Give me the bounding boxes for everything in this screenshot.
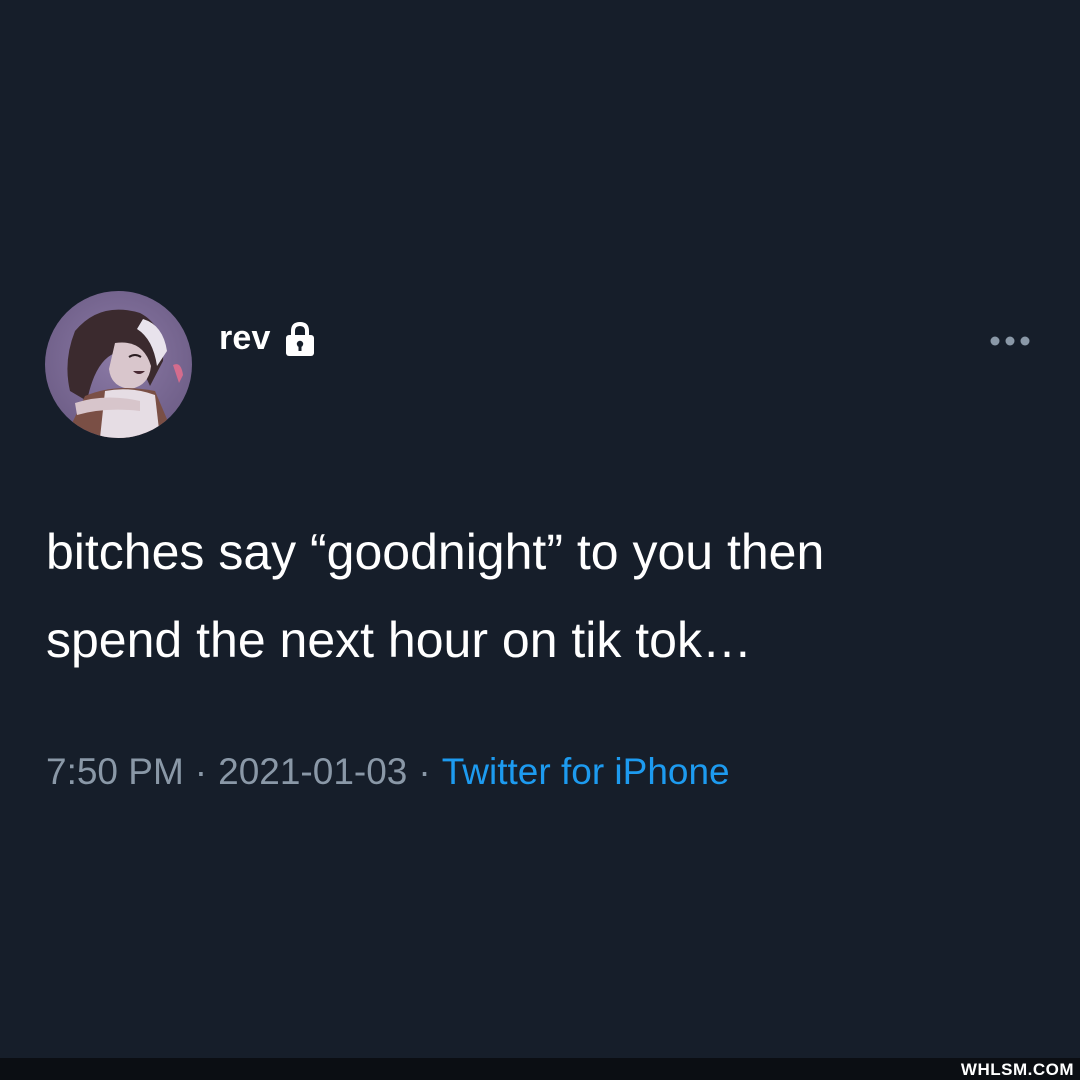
tweet-date[interactable]: 2021-01-03	[218, 751, 407, 792]
meta-separator: ·	[194, 751, 208, 792]
tweet-screenshot: rev bitches say “goodnight” to you then …	[0, 0, 1080, 1080]
tweet-text-line: bitches say “goodnight” to you then	[46, 524, 825, 580]
footer-bar	[0, 1058, 1080, 1080]
meta-separator: ·	[418, 751, 431, 792]
tweet-time[interactable]: 7:50 PM	[46, 751, 184, 792]
author-display-name[interactable]: rev	[219, 321, 271, 355]
watermark: WHLSM.COM	[960, 1060, 1074, 1079]
tweet-meta: 7:50 PM · 2021-01-03 · Twitter for iPhone	[46, 748, 730, 796]
author-row: rev	[219, 318, 319, 358]
tweet-text-line: spend the next hour on tik tok…	[46, 612, 752, 668]
lock-icon	[281, 320, 319, 358]
avatar[interactable]	[45, 291, 192, 438]
more-options-icon	[990, 336, 1030, 346]
more-options-button[interactable]	[984, 326, 1036, 356]
avatar-image	[45, 291, 192, 438]
tweet-source-link[interactable]: Twitter for iPhone	[442, 751, 730, 792]
tweet-text: bitches say “goodnight” to you then spen…	[46, 508, 1036, 684]
